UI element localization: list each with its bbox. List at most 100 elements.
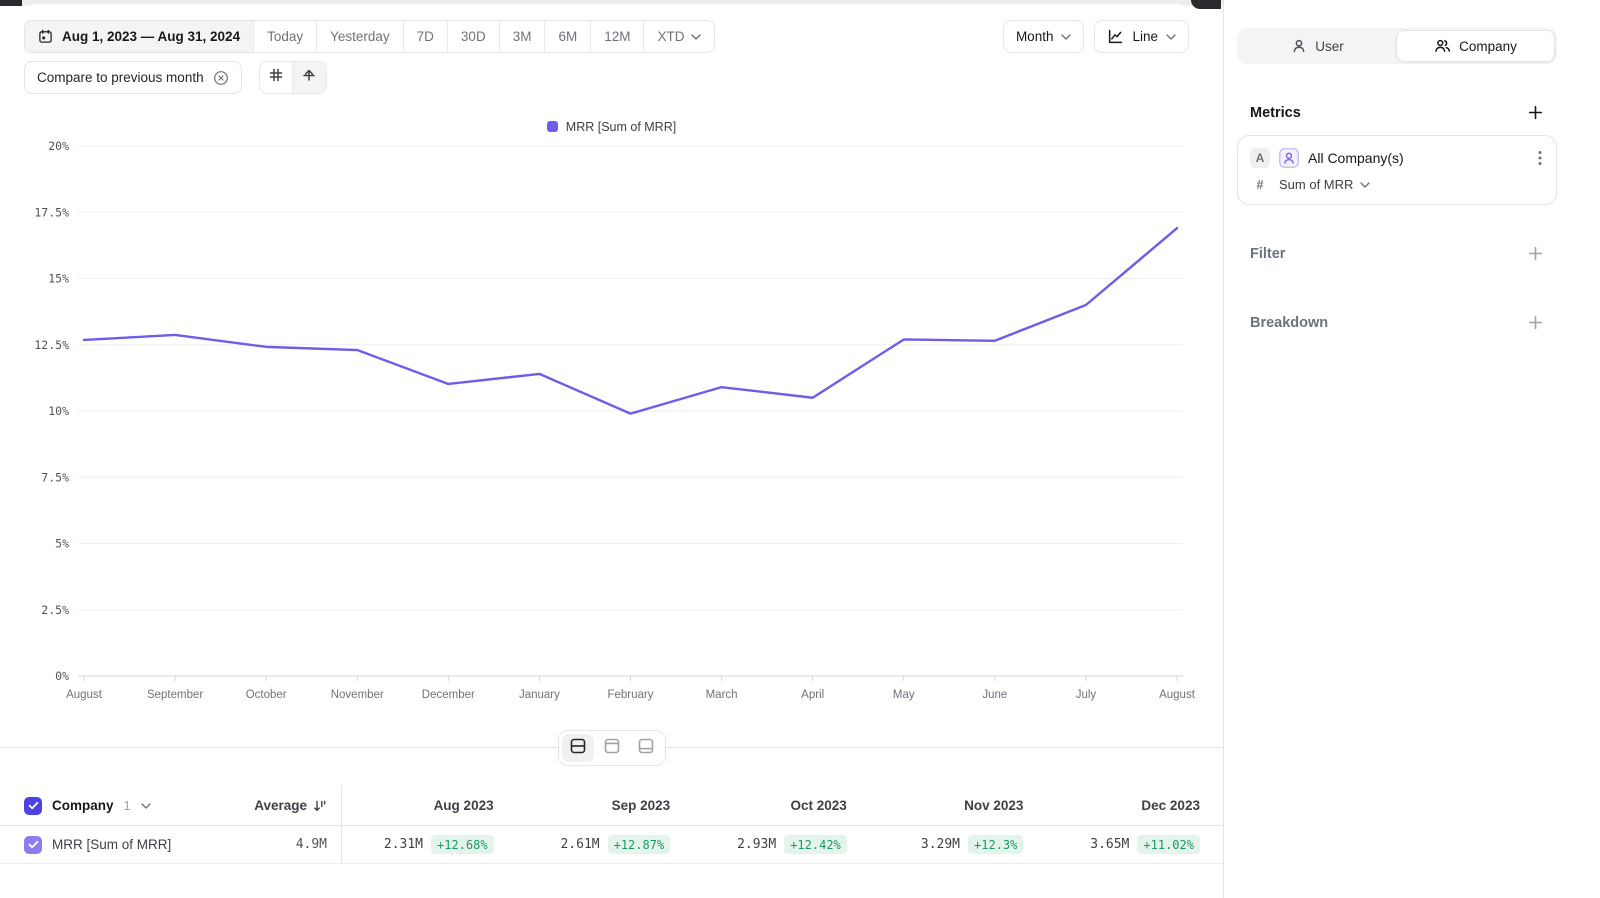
metric-card[interactable]: A All Company(s) <box>1237 135 1557 205</box>
preset-12m-button[interactable]: 12M <box>590 21 643 52</box>
granularity-label: Month <box>1016 29 1054 44</box>
x-tick-label: December <box>422 689 475 701</box>
metric-month-value: 2.61M <box>560 837 599 852</box>
x-tick-label: June <box>982 689 1007 701</box>
legend-swatch <box>547 121 558 132</box>
delta-badge: +12.68% <box>431 835 494 854</box>
chevron-down-icon <box>691 34 701 40</box>
chevron-down-icon <box>1061 34 1071 40</box>
toolbar: Aug 1, 2023 — Aug 31, 2024 TodayYesterda… <box>0 0 1223 53</box>
company-toggle[interactable]: Company <box>1396 30 1555 62</box>
compare-chip[interactable]: Compare to previous month <box>24 61 242 94</box>
layout-table-only-button[interactable] <box>630 734 662 762</box>
preset-7d-button[interactable]: 7D <box>403 21 447 52</box>
date-range-button[interactable]: Aug 1, 2023 — Aug 31, 2024 <box>25 21 253 52</box>
breakdown-title: Breakdown <box>1250 315 1328 331</box>
x-tick-label: August <box>66 689 103 701</box>
delta-badge: +11.02% <box>1137 835 1200 854</box>
hash-grid-icon <box>268 67 284 88</box>
preset-30d-button[interactable]: 30D <box>447 21 499 52</box>
select-all-checkbox[interactable] <box>24 797 42 815</box>
xtd-label: XTD <box>657 29 684 44</box>
x-tick-label: April <box>801 689 824 701</box>
x-tick-label: May <box>893 689 915 701</box>
preset-yesterday-button[interactable]: Yesterday <box>316 21 403 52</box>
mrr-trend-chart: 0%2.5%5%7.5%10%12.5%15%17.5%20%AugustSep… <box>0 140 1224 710</box>
y-tick-label: 10% <box>48 404 69 418</box>
table-header-row: Company 1 Average Aug 2023Sep 2023Oct 20… <box>0 786 1223 826</box>
x-tick-label: July <box>1076 689 1097 701</box>
goal-line-toggle-button[interactable] <box>293 62 326 93</box>
month-value-cell: 2.31M+12.68% <box>341 826 518 863</box>
metric-name-label: MRR [Sum of MRR] <box>52 837 171 852</box>
average-header-cell[interactable]: Average <box>221 786 341 825</box>
legend-label: MRR [Sum of MRR] <box>566 120 676 134</box>
grid-toggle-button[interactable] <box>260 62 293 93</box>
main-pane: Aug 1, 2023 — Aug 31, 2024 TodayYesterda… <box>0 0 1224 898</box>
company-toggle-label: Company <box>1459 39 1517 54</box>
metric-name-cell: MRR [Sum of MRR] <box>0 826 221 863</box>
entity-header-label: Company <box>52 798 114 813</box>
delta-badge: +12.87% <box>608 835 671 854</box>
layout-split-icon <box>570 738 586 759</box>
table-row: MRR [Sum of MRR] 4.9M2.31M+12.68% 2.61M +12… <box>0 826 1223 864</box>
x-tick-label: September <box>147 689 203 701</box>
metric-letter-badge: A <box>1250 148 1270 168</box>
date-range-label: Aug 1, 2023 — Aug 31, 2024 <box>62 29 240 44</box>
entity-count: 1 <box>124 798 131 813</box>
layout-toggle-group <box>558 730 666 766</box>
metrics-title: Metrics <box>1250 105 1301 121</box>
y-tick-label: 0% <box>55 669 69 683</box>
y-tick-label: 17.5% <box>34 205 69 219</box>
x-tick-label: August <box>1159 689 1196 701</box>
x-tick-label: October <box>246 689 287 701</box>
chevron-down-icon <box>1360 182 1370 188</box>
filter-section-header: Filter <box>1237 245 1557 262</box>
y-tick-label: 15% <box>48 272 69 286</box>
contact-card-icon <box>1279 148 1299 168</box>
delta-badge: +12.42% <box>784 835 847 854</box>
metric-menu-button[interactable] <box>1536 150 1544 166</box>
x-tick-label: March <box>706 689 738 701</box>
row-checkbox[interactable] <box>24 836 42 854</box>
add-filter-button[interactable] <box>1527 245 1544 262</box>
chart-type-dropdown[interactable]: Line <box>1094 20 1189 53</box>
preset-3m-button[interactable]: 3M <box>499 21 545 52</box>
date-controls: Aug 1, 2023 — Aug 31, 2024 TodayYesterda… <box>24 20 715 53</box>
y-tick-label: 7.5% <box>41 470 69 484</box>
x-tick-label: January <box>519 689 560 701</box>
metric-month-value: 2.93M <box>737 837 776 852</box>
breakdown-section-header: Breakdown <box>1237 314 1557 331</box>
calendar-icon <box>38 29 53 44</box>
month-header-4: Dec 2023 <box>1047 786 1224 825</box>
preset-today-button[interactable]: Today <box>253 21 316 52</box>
layout-split-button[interactable] <box>562 734 594 762</box>
add-breakdown-button[interactable] <box>1527 314 1544 331</box>
y-tick-label: 2.5% <box>41 603 69 617</box>
month-value-cell: 3.29M+12.3% <box>871 826 1048 863</box>
filter-title: Filter <box>1250 246 1285 262</box>
chart-legend: MRR [Sum of MRR] <box>0 118 1223 135</box>
month-header-3: Nov 2023 <box>871 786 1048 825</box>
aggregation-select[interactable]: Sum of MRR <box>1279 177 1370 192</box>
aggregation-label: Sum of MRR <box>1279 177 1353 192</box>
users-icon <box>1434 38 1451 54</box>
chart-option-toggles <box>259 61 327 94</box>
chevron-down-icon <box>1166 34 1176 40</box>
preset-xtd-button[interactable]: XTD <box>643 21 714 52</box>
user-icon <box>1291 38 1307 54</box>
granularity-dropdown[interactable]: Month <box>1003 20 1085 53</box>
user-toggle[interactable]: User <box>1239 30 1396 62</box>
metric-entity-label: All Company(s) <box>1308 150 1527 166</box>
layout-chart-only-button[interactable] <box>596 734 628 762</box>
chart-controls: Month Line <box>1003 20 1189 53</box>
metric-average-value: 4.9M <box>221 826 341 863</box>
compare-chip-label: Compare to previous month <box>37 70 204 85</box>
data-table: Company 1 Average Aug 2023Sep 2023Oct 20… <box>0 786 1223 864</box>
preset-6m-button[interactable]: 6M <box>544 21 590 52</box>
add-metric-button[interactable] <box>1527 104 1544 121</box>
config-sidebar: User Company Metrics <box>1224 0 1600 898</box>
remove-compare-icon[interactable] <box>213 70 229 86</box>
month-value-cell: 2.93M +12.42% <box>694 826 871 863</box>
chevron-down-icon[interactable] <box>141 803 151 809</box>
